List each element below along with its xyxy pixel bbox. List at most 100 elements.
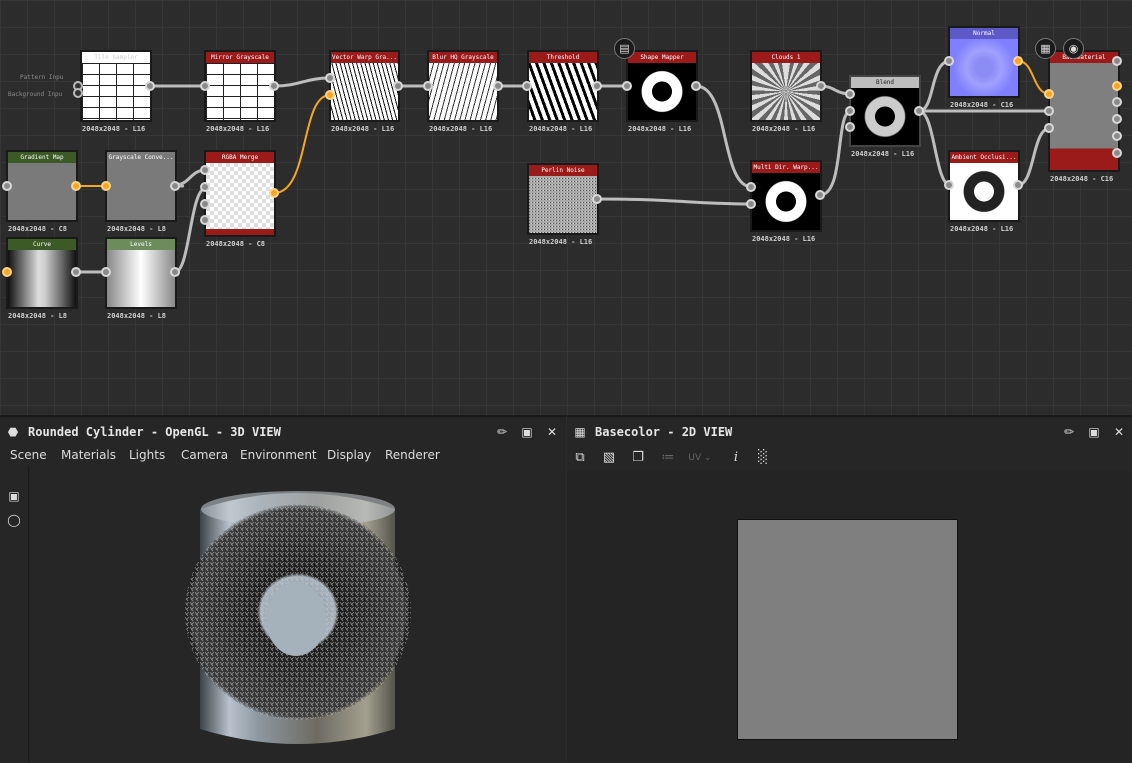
histogram-icon[interactable]: ░ [754,449,772,467]
node-socket[interactable] [592,194,602,204]
checker-icon[interactable]: ▦ [1035,38,1056,59]
node-socket[interactable] [1112,148,1122,158]
node-tile[interactable]: Tile Sampler [80,50,152,122]
node-socket[interactable] [944,56,954,66]
node-material[interactable]: Basematerial [1048,50,1120,172]
node-socket[interactable] [1044,106,1054,116]
document-icon[interactable]: ▤ [614,38,635,59]
float-icon[interactable]: ▣ [520,425,534,439]
node-normal[interactable]: Normal [948,26,1020,98]
close-icon[interactable]: ✕ [1112,425,1126,439]
node-socket[interactable] [1112,56,1122,66]
node-socket[interactable] [746,182,756,192]
node-mirror[interactable]: Mirror Grayscale [204,50,276,122]
menu-environment[interactable]: Environment [240,448,317,462]
node-socket[interactable] [71,181,81,191]
node-socket[interactable] [691,81,701,91]
node-title: Grayscale Conve... [107,152,175,163]
node-thresh[interactable]: Threshold [527,50,599,122]
node-levels[interactable]: Levels [105,237,177,309]
node-grayconv[interactable]: Grayscale Conve... [105,150,177,222]
node-socket[interactable] [1044,89,1054,99]
node-multidir[interactable]: Multi Dir. Warp... [750,160,822,232]
node-socket[interactable] [1112,81,1122,91]
node-socket[interactable] [325,73,335,83]
node-gradmap[interactable]: Gradient Map [6,150,78,222]
node-socket[interactable] [423,81,433,91]
node-socket[interactable] [170,267,180,277]
menu-scene[interactable]: Scene [10,448,47,462]
node-socket[interactable] [71,267,81,277]
node-perlin[interactable]: Perlin Noise [527,163,599,235]
node-socket[interactable] [592,81,602,91]
node-socket[interactable] [1013,180,1023,190]
2d-viewport[interactable] [567,471,1132,763]
3d-viewport[interactable] [30,467,566,763]
node-blurhq[interactable]: Blur HQ Grayscale [427,50,499,122]
node-socket[interactable] [1013,56,1023,66]
node-socket[interactable] [325,90,335,100]
node-size-label: 2048x2048 - L16 [331,125,395,133]
node-socket[interactable] [493,81,503,91]
clipboard-icon[interactable]: ❐ [629,449,647,467]
2d-view-toolbar: ⧉ ▧ ❐ ≔ UV ⌄ i ░ [567,445,1132,471]
node-socket[interactable] [1112,97,1122,107]
node-socket[interactable] [200,165,210,175]
node-thumbnail [529,176,597,233]
node-rgba[interactable]: RGBA Merge [204,150,276,237]
menu-renderer[interactable]: Renderer [385,448,440,462]
node-socket[interactable] [393,81,403,91]
menu-display[interactable]: Display [327,448,371,462]
node-socket[interactable] [815,190,825,200]
node-socket[interactable] [816,81,826,91]
node-socket[interactable] [200,81,210,91]
node-size-label: 2048x2048 - L8 [107,312,167,320]
node-socket[interactable] [170,181,180,191]
node-socket[interactable] [269,81,279,91]
menu-lights[interactable]: Lights [129,448,165,462]
node-socket[interactable] [522,81,532,91]
camera-icon[interactable]: ▣ [6,489,22,503]
node-socket[interactable] [746,199,756,209]
node-clouds[interactable]: Clouds 1 [750,50,822,122]
save-icon[interactable]: ▧ [600,449,618,467]
pin-icon[interactable]: ✏ [495,425,509,439]
node-socket[interactable] [845,106,855,116]
node-shape[interactable]: Shape Mapper [626,50,698,122]
node-ao[interactable]: Ambient Occlusi... [948,150,1020,222]
info-icon[interactable]: i [727,449,745,467]
node-socket[interactable] [200,199,210,209]
node-socket[interactable] [1044,123,1054,133]
node-socket[interactable] [269,188,279,198]
node-socket[interactable] [101,267,111,277]
node-socket[interactable] [200,182,210,192]
node-socket[interactable] [1112,131,1122,141]
node-socket[interactable] [914,106,924,116]
node-socket[interactable] [200,215,210,225]
cube-icon[interactable]: ◉ [1063,38,1084,59]
node-socket[interactable] [944,180,954,190]
node-socket[interactable] [2,181,12,191]
float-icon[interactable]: ▣ [1087,425,1101,439]
node-blend[interactable]: Blend [849,75,921,147]
copy-view-icon[interactable]: ⧉ [571,449,589,467]
menu-materials[interactable]: Materials [61,448,116,462]
pin-icon[interactable]: ✏ [1062,425,1076,439]
node-socket[interactable] [101,181,111,191]
node-vwarp[interactable]: Vector Warp Gra... [329,50,400,122]
node-thumbnail [529,63,597,120]
node-socket[interactable] [73,88,83,98]
node-socket[interactable] [845,89,855,99]
menu-camera[interactable]: Camera [181,448,228,462]
close-icon[interactable]: ✕ [545,425,559,439]
node-socket[interactable] [622,81,632,91]
node-size-label: 2048x2048 - C8 [206,240,266,248]
node-socket[interactable] [1112,114,1122,124]
node-socket[interactable] [145,81,155,91]
node-socket[interactable] [2,267,12,277]
node-graph[interactable]: Tile Sampler 2048x2048 - L16 Mirror Graysc… [0,0,1132,415]
uv-dropdown: UV ⌄ [688,453,712,463]
node-curve[interactable]: Curve [6,237,78,309]
light-bulb-icon[interactable]: ◯ [6,513,22,527]
node-socket[interactable] [845,122,855,132]
